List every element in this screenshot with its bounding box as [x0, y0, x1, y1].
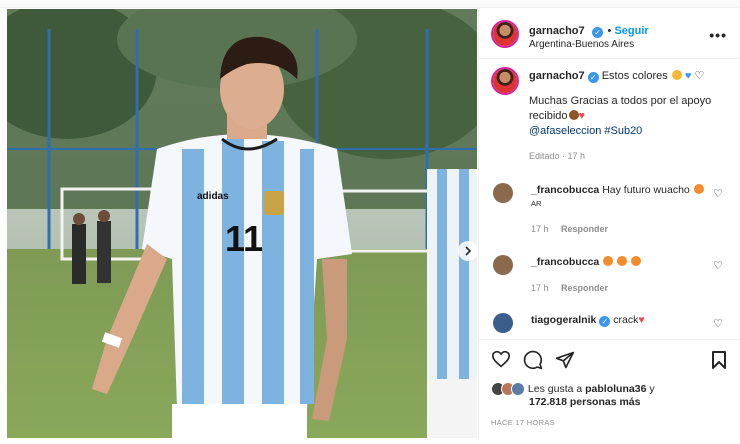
reply-button[interactable]: Responder	[561, 224, 608, 234]
caption-avatar[interactable]	[491, 67, 519, 95]
white-heart-emoji-icon: ♡	[694, 70, 705, 82]
caption-username[interactable]: garnacho7	[529, 70, 585, 82]
commenter-avatar[interactable]	[493, 255, 513, 275]
jersey-number: 11	[225, 218, 263, 259]
more-options-icon[interactable]: •••	[709, 27, 727, 43]
fire-emoji-icon	[617, 256, 628, 266]
liker-avatars	[491, 382, 525, 396]
liker-username[interactable]: pabloluna36	[585, 383, 646, 395]
top-edge	[0, 0, 740, 8]
commenter-avatar[interactable]	[493, 183, 513, 203]
comment-username[interactable]: tiagogeralnik	[531, 314, 596, 326]
next-image-button[interactable]	[458, 241, 477, 261]
blue-heart-emoji-icon: ♥	[684, 70, 692, 82]
comment-country-flag: AR	[531, 199, 542, 208]
caption-edited-time: Editado · 17 h	[529, 151, 586, 161]
verified-badge-icon: ✓	[592, 27, 604, 38]
fire-emoji-icon	[693, 184, 704, 194]
comment-like-heart-icon[interactable]: ♡	[713, 317, 723, 330]
red-heart-emoji-icon: ♥	[578, 110, 586, 122]
verified-badge-icon: ✓	[599, 316, 611, 327]
likes-count[interactable]: 172.818 personas más	[529, 396, 655, 408]
likes-prefix: Les gusta a	[527, 382, 583, 395]
fire-emoji-icon	[603, 256, 614, 266]
author-avatar[interactable]	[491, 20, 519, 48]
comment-text: crack	[613, 314, 639, 326]
comment-username[interactable]: _francobucca	[531, 184, 599, 196]
share-send-icon[interactable]	[555, 350, 575, 370]
follow-button[interactable]: Seguir	[614, 25, 648, 37]
comment-time: 17 h	[531, 283, 549, 293]
caption-line-2: Muchas Gracias a todos por el apoyo	[529, 95, 712, 107]
author-line: garnacho7 ✓ • Seguir	[529, 25, 649, 38]
post-actions: Les gusta a pabloluna36 y 172.818 person…	[479, 339, 740, 438]
comment-like-heart-icon[interactable]: ♡	[713, 259, 723, 272]
caption-line-1: Estos colores	[601, 70, 668, 82]
likes-conjunction: y	[649, 382, 655, 395]
caption-line-3: recibido	[529, 110, 568, 122]
svg-text:adidas: adidas	[197, 191, 229, 202]
post-location[interactable]: Argentina-Buenos Aires	[529, 39, 634, 50]
save-bookmark-icon[interactable]	[711, 350, 727, 370]
post-timestamp: HACE 17 HORAS	[491, 418, 555, 427]
praying-hands-emoji-icon	[568, 110, 579, 120]
likes-summary: Les gusta a pabloluna36 y 172.818 person…	[491, 382, 655, 408]
comment-username[interactable]: _francobucca	[531, 256, 599, 268]
instagram-post-view: adidas 11 garnacho7 ✓ • Seguir Argentina…	[0, 0, 740, 444]
photo-illustration: adidas 11	[7, 9, 477, 438]
post-side-panel: garnacho7 ✓ • Seguir Argentina-Buenos Ai…	[478, 9, 740, 438]
comment-time: 17 h	[531, 224, 549, 234]
fire-emoji-icon	[631, 256, 642, 266]
post-header: garnacho7 ✓ • Seguir Argentina-Buenos Ai…	[479, 9, 740, 59]
comment-text: Hay futuro wuacho	[602, 184, 690, 196]
reply-button[interactable]: Responder	[561, 283, 608, 293]
caption-tags[interactable]: @afaseleccion #Sub20	[529, 124, 734, 139]
commenter-avatar[interactable]	[493, 313, 513, 333]
heart-eyes-emoji-icon	[671, 70, 682, 80]
post-photo[interactable]: adidas 11	[7, 9, 477, 438]
verified-badge-icon: ✓	[587, 72, 599, 83]
chevron-right-icon	[465, 246, 472, 256]
comment-like-heart-icon[interactable]: ♡	[713, 187, 723, 200]
author-username[interactable]: garnacho7	[529, 25, 585, 37]
comment-meta: 17 h Responder	[531, 224, 608, 234]
comment-meta: 17 h Responder	[531, 283, 608, 293]
like-heart-icon[interactable]	[491, 350, 511, 368]
comment-bubble-icon[interactable]	[523, 350, 543, 370]
red-heart-emoji-icon: ♥	[638, 314, 645, 326]
